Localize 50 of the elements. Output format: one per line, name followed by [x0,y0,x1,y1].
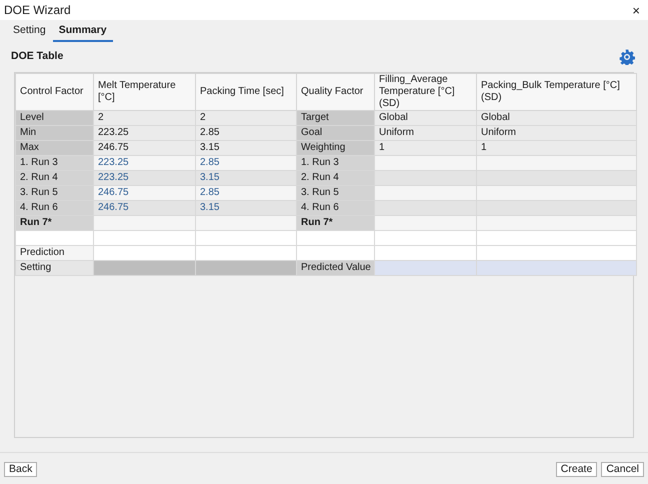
table-cell: 2. Run 4 [296,170,374,186]
table-cell: 2.85 [196,126,296,140]
table-cell: Max [16,140,94,156]
table-cell: Prediction [16,246,94,260]
tab[interactable]: Summary [52,23,113,42]
table-cell: Run 7* [296,216,374,230]
cancel-button[interactable]: Cancel [601,462,644,477]
table-cell: 1. Run 3 [16,156,94,170]
table-cell: Min [16,126,94,140]
table-cell: Global [374,110,476,126]
table-cell: Target [296,110,374,126]
table-cell: Level [16,110,94,126]
settings-icon[interactable] [619,49,635,65]
table-cell: 1 [374,140,476,156]
table-cell: Global [476,110,636,126]
table-cell: 3.15 [196,200,296,216]
table-cell: Setting [16,260,94,276]
column-header: Packing_Bulk Temperature [°C] (SD) [476,74,636,110]
table-cell: Uniform [476,126,636,140]
create-button[interactable]: Create [556,462,598,477]
window-title: DOE Wizard [4,2,71,19]
close-button[interactable]: × [630,4,642,16]
table-cell: 4. Run 6 [296,200,374,216]
table-cell: 3. Run 5 [296,186,374,200]
table-cell: 2. Run 4 [16,170,94,186]
table-cell: 3.15 [196,140,296,156]
table-cell: Run 7* [16,216,94,230]
table-cell: 3.15 [196,170,296,186]
table-cell: Goal [296,126,374,140]
table-cell: 246.75 [94,200,196,216]
table-cell: 1 [476,140,636,156]
table-cell: 246.75 [94,186,196,200]
table-cell: 1. Run 3 [296,156,374,170]
table-cell: Predicted Value [296,260,374,276]
column-header: Control Factor [16,74,94,110]
table-cell: 223.25 [94,170,196,186]
table-cell: 2.85 [196,186,296,200]
table-cell: 3. Run 5 [16,186,94,200]
table-cell: Uniform [374,126,476,140]
table-cell: 2.85 [196,156,296,170]
back-button[interactable]: Back [4,462,38,477]
table-cell: 2 [94,110,196,126]
table-cell: Weighting [296,140,374,156]
table-cell: 246.75 [94,140,196,156]
table-cell: 223.25 [94,126,196,140]
section-title: DOE Table [11,49,64,64]
table-cell: 4. Run 6 [16,200,94,216]
tab[interactable]: Setting [10,23,49,42]
table-cell: 223.25 [94,156,196,170]
table-cell: 2 [196,110,296,126]
